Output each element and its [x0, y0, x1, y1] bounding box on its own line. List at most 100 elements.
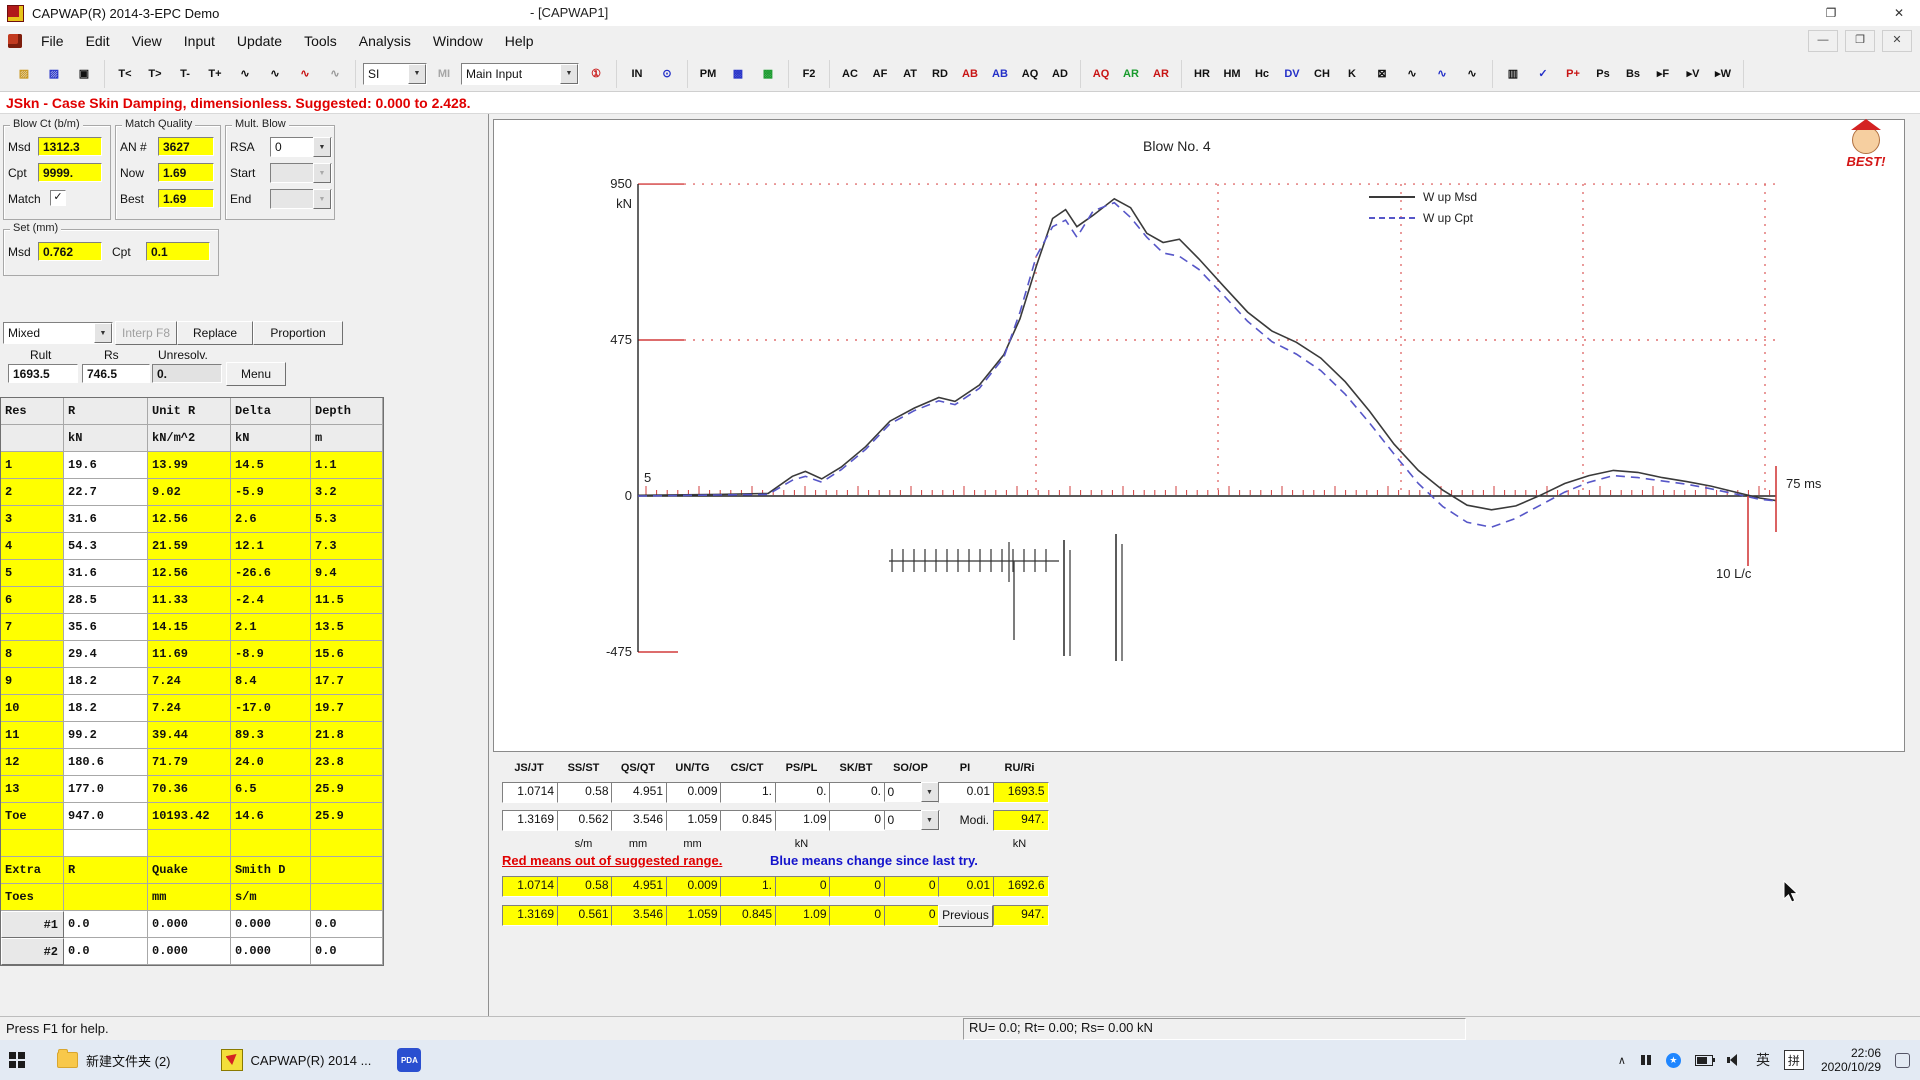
no-wave-button[interactable]: ⊠	[1368, 61, 1396, 86]
menu-item-edit[interactable]: Edit	[75, 29, 121, 53]
next-w-button[interactable]: ▸W	[1709, 61, 1737, 86]
dropdown-arrow-icon[interactable]: ▼	[920, 782, 939, 802]
time-plus-button[interactable]: T+	[201, 61, 229, 86]
table-cell[interactable]: 8	[1, 641, 64, 668]
taskbar-clock[interactable]: 22:06 2020/10/29	[1821, 1046, 1881, 1074]
pile-model-icon[interactable]: ▩	[724, 61, 752, 86]
param-cell[interactable]: 0.845	[720, 810, 776, 831]
table-cell[interactable]: 7.24	[148, 668, 231, 695]
param-cell[interactable]: 0.01	[938, 782, 994, 803]
clock-icon[interactable]: ⊙	[653, 61, 681, 86]
resistance-mode-select[interactable]: Mixed ▼	[3, 322, 113, 344]
table-cell[interactable]: 6	[1, 587, 64, 614]
table-cell[interactable]: 18.2	[64, 668, 148, 695]
table-cell[interactable]: -2.4	[231, 587, 311, 614]
table-cell[interactable]: 9	[1, 668, 64, 695]
dropdown-arrow-icon[interactable]: ▼	[560, 63, 578, 84]
table-cell[interactable]: 0.000	[148, 938, 231, 965]
param-cell[interactable]: 1.059	[665, 905, 722, 926]
table-cell[interactable]: 12.1	[231, 533, 311, 560]
wave-cpt-button[interactable]: ∿	[321, 61, 349, 86]
ar-green-button[interactable]: AR	[1117, 61, 1145, 86]
param-cell[interactable]: 947.	[992, 905, 1049, 926]
f2-button[interactable]: F2	[795, 61, 823, 86]
table-cell[interactable]: 9.4	[311, 560, 383, 587]
table-cell[interactable]: 54.3	[64, 533, 148, 560]
time-shift-right-button[interactable]: T>	[141, 61, 169, 86]
check-button[interactable]: ✓	[1529, 61, 1557, 86]
param-cell[interactable]: 1.0714	[502, 876, 558, 897]
table-cell[interactable]: 0.0	[64, 911, 148, 938]
next-f-button[interactable]: ▸F	[1649, 61, 1677, 86]
table-cell[interactable]: 21.59	[148, 533, 231, 560]
screen-select[interactable]: Main Input ▼	[461, 62, 579, 85]
table-cell[interactable]: 25.9	[311, 803, 383, 830]
table-cell[interactable]: 18.2	[64, 695, 148, 722]
ch-button[interactable]: CH	[1308, 61, 1336, 86]
mdi-close-button[interactable]: ✕	[1882, 30, 1912, 52]
table-cell[interactable]: -8.9	[231, 641, 311, 668]
ac-button[interactable]: AC	[836, 61, 864, 86]
param-cell[interactable]: 1.	[720, 876, 776, 897]
param-cell[interactable]: 0.01	[938, 876, 994, 897]
wave-msd-button[interactable]: ∿	[291, 61, 319, 86]
wave-x3-button[interactable]: ∿	[1458, 61, 1486, 86]
ab-blue-button[interactable]: AB	[986, 61, 1014, 86]
ime-language-indicator[interactable]: 英	[1756, 1050, 1770, 1070]
param-cell[interactable]: 0.845	[720, 905, 776, 926]
warning-icon[interactable]: ①	[582, 61, 610, 86]
table-cell[interactable]: 19.6	[64, 452, 148, 479]
table-cell[interactable]: 11.33	[148, 587, 231, 614]
param-cell[interactable]: 1.	[720, 782, 776, 803]
table-cell[interactable]: 17.7	[311, 668, 383, 695]
menu-item-file[interactable]: File	[30, 29, 75, 53]
table-cell[interactable]: 9.02	[148, 479, 231, 506]
input-screen-button[interactable]: IN	[623, 61, 651, 86]
table-cell[interactable]: 11.5	[311, 587, 383, 614]
p-plus-button[interactable]: P+	[1559, 61, 1587, 86]
param-cell[interactable]: 0	[829, 810, 885, 831]
layers-button[interactable]: ▥	[1499, 61, 1527, 86]
table-cell[interactable]: 0.0	[311, 938, 383, 965]
rd-button[interactable]: RD	[926, 61, 954, 86]
taskbar-capwap-item[interactable]: CAPWAP(R) 2014 ...	[212, 1040, 381, 1080]
table-cell[interactable]: 4	[1, 533, 64, 560]
table-cell[interactable]: 39.44	[148, 722, 231, 749]
table-cell[interactable]: 5	[1, 560, 64, 587]
menu-item-analysis[interactable]: Analysis	[348, 29, 422, 53]
rs-field[interactable]: 746.5	[82, 364, 150, 383]
mdi-minimize-button[interactable]: —	[1808, 30, 1838, 52]
param-cell[interactable]: 4.951	[611, 876, 667, 897]
table-cell[interactable]: 22.7	[64, 479, 148, 506]
bs-button[interactable]: Bs	[1619, 61, 1647, 86]
hc-button[interactable]: Hc	[1248, 61, 1276, 86]
table-cell[interactable]: 12.56	[148, 560, 231, 587]
ar-red-button[interactable]: AR	[1147, 61, 1175, 86]
wave-b-button[interactable]: ∿	[261, 61, 289, 86]
table-cell[interactable]: 12	[1, 749, 64, 776]
table-cell[interactable]: 0.0	[311, 911, 383, 938]
param-cell[interactable]: 0	[883, 876, 940, 897]
param-cell[interactable]: 1693.5	[992, 782, 1049, 803]
table-cell[interactable]: 2.6	[231, 506, 311, 533]
menu-item-view[interactable]: View	[121, 29, 173, 53]
hm-button[interactable]: HM	[1218, 61, 1246, 86]
param-cell[interactable]: 0.009	[665, 876, 722, 897]
table-cell[interactable]: 10193.42	[148, 803, 231, 830]
table-cell[interactable]: 24.0	[231, 749, 311, 776]
table-cell[interactable]: 8.4	[231, 668, 311, 695]
param-cell[interactable]: 3.546	[611, 905, 667, 926]
open-file-button[interactable]: ▨	[10, 61, 38, 86]
table-cell[interactable]	[231, 830, 311, 857]
mdi-restore-button[interactable]: ❐	[1845, 30, 1875, 52]
param-cell[interactable]: 0.58	[556, 876, 613, 897]
extra-toe-button[interactable]: #1	[1, 911, 64, 938]
table-cell[interactable]: 14.15	[148, 614, 231, 641]
table-cell[interactable]: 3.2	[311, 479, 383, 506]
taskbar-folder-item[interactable]: 新建文件夹 (2)	[48, 1040, 180, 1080]
replace-button[interactable]: Replace	[177, 321, 253, 345]
dropdown-arrow-icon[interactable]: ▼	[408, 63, 426, 84]
table-cell[interactable]: 5.3	[311, 506, 383, 533]
table-cell[interactable]: 35.6	[64, 614, 148, 641]
table-cell[interactable]: 177.0	[64, 776, 148, 803]
